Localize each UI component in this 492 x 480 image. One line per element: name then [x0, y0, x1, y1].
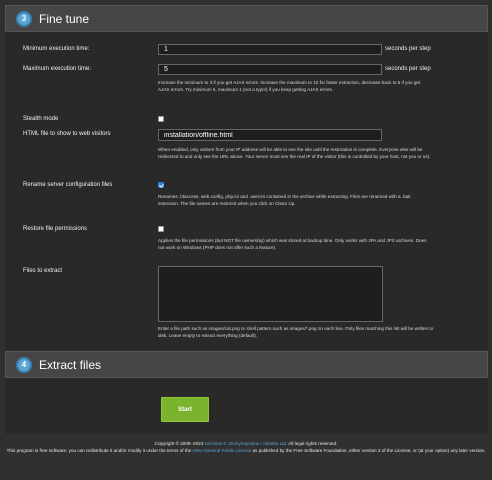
min-exec-label: Minimum execution time: [23, 46, 90, 52]
copyright-suffix: . All legal rights reserved. [286, 441, 338, 446]
html-file-label: HTML file to show to web visitors [23, 131, 111, 137]
rename-help-text: Renames .htaccess, web.config, php.ini a… [158, 194, 411, 206]
min-exec-input[interactable] [158, 44, 382, 55]
start-button[interactable]: Start [161, 397, 209, 422]
fine-tune-header: 3 Fine tune [5, 5, 488, 32]
max-exec-label: Maximum execution time: [23, 66, 92, 72]
copyright-line: Copyright © 2008–2023 Nicholas K. Dionys… [0, 440, 492, 447]
files-to-extract-label: Files to extract [23, 268, 63, 274]
html-file-input[interactable] [158, 129, 382, 141]
fine-tune-title: Fine tune [39, 11, 90, 26]
footer: Copyright © 2008–2023 Nicholas K. Dionys… [0, 440, 492, 454]
author-link[interactable]: Nicholas K. Dionysopoulos / Akeeba Ltd [205, 441, 286, 446]
files-help-text: Enter a file path such as images/cat.png… [158, 326, 434, 338]
step-number-badge: 3 [16, 10, 32, 27]
stealth-mode-label: Stealth mode [23, 116, 59, 122]
extract-files-header: 4 Extract files [5, 351, 488, 378]
stealth-mode-checkbox[interactable] [158, 116, 164, 122]
restore-permissions-checkbox[interactable] [158, 226, 164, 232]
min-exec-unit: seconds per step [385, 46, 431, 52]
max-exec-input[interactable] [158, 64, 382, 75]
extract-files-panel [5, 378, 488, 434]
copyright-prefix: Copyright © 2008–2023 [154, 441, 205, 446]
step-number-badge: 4 [16, 356, 32, 373]
files-to-extract-textarea[interactable] [158, 266, 383, 322]
license-link[interactable]: GNU General Public License [192, 448, 251, 453]
license-prefix: This program is free software: you can r… [6, 448, 193, 453]
restore-permissions-label: Restore file permissions [23, 226, 88, 232]
restore-help-text: Applies the file permissions (but NOT fi… [158, 238, 427, 250]
rename-config-label: Rename server configuration files [23, 182, 113, 188]
stealth-help-text: When enabled, only visitors from your IP… [158, 147, 431, 159]
extract-files-title: Extract files [39, 357, 102, 372]
rename-config-checkbox[interactable] [158, 182, 164, 188]
exec-help-text: Increase the minimum to 3 if you get AJA… [158, 80, 421, 92]
license-line: This program is free software: you can r… [0, 447, 492, 454]
license-suffix: as published by the Free Software Founda… [251, 448, 486, 453]
max-exec-unit: seconds per step [385, 66, 431, 72]
